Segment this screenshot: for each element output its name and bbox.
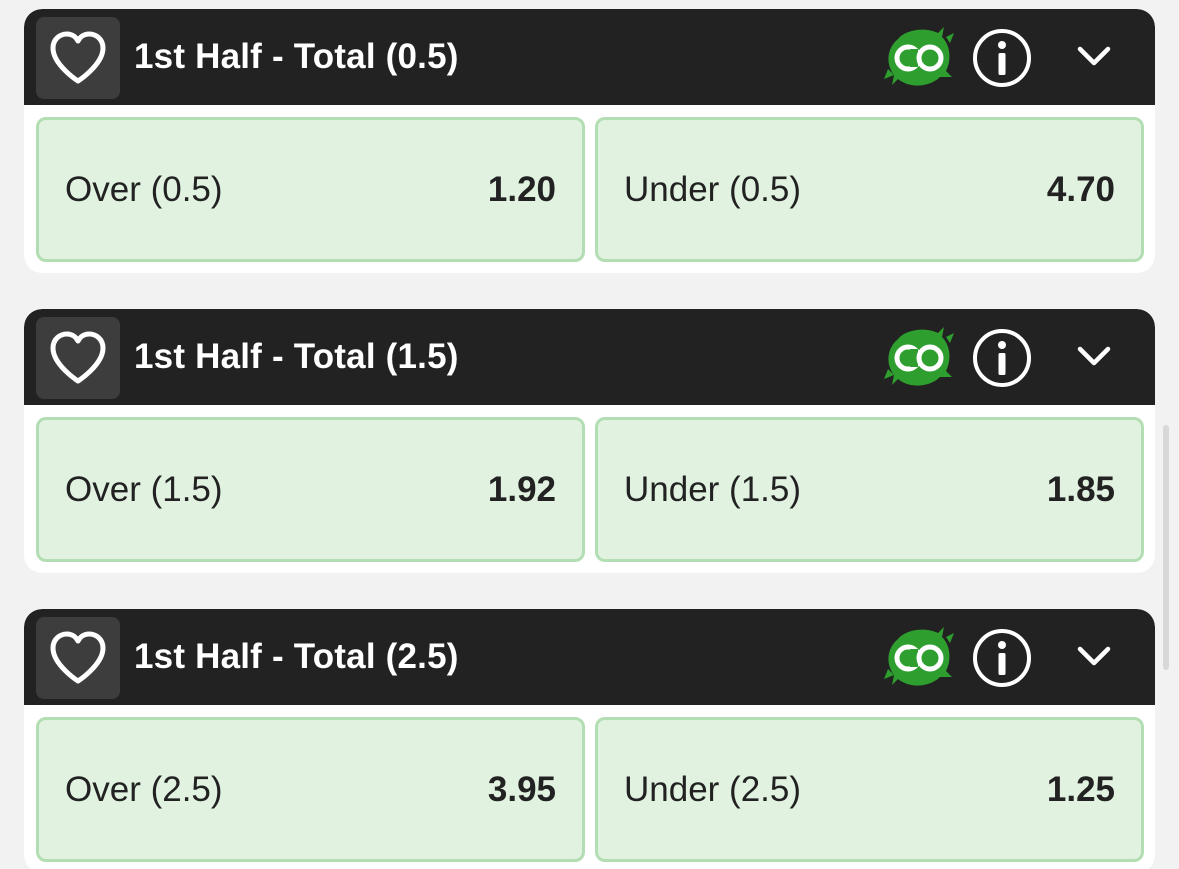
cash-out-icon xyxy=(884,27,954,86)
outcomes-row: Over (0.5) 1.20 Under (0.5) 4.70 xyxy=(36,117,1144,262)
outcome-odds: 1.92 xyxy=(487,470,556,509)
chevron-down-icon[interactable] xyxy=(1074,637,1114,677)
outcome-label: Over (2.5) xyxy=(65,770,223,809)
heart-icon xyxy=(50,31,106,84)
outcome-label: Under (2.5) xyxy=(624,770,802,809)
info-icon[interactable] xyxy=(970,326,1034,390)
market-title: 1st Half - Total (2.5) xyxy=(134,637,459,676)
outcomes-row: Over (1.5) 1.92 Under (1.5) 1.85 xyxy=(36,417,1144,562)
heart-icon xyxy=(50,631,106,684)
outcome-label: Under (1.5) xyxy=(624,470,802,509)
outcome-button-under[interactable]: Under (1.5) 1.85 xyxy=(595,417,1144,562)
outcome-button-under[interactable]: Under (0.5) 4.70 xyxy=(595,117,1144,262)
outcome-odds: 1.25 xyxy=(1046,770,1115,809)
market-card: 1st Half - Total (1.5) Over (1.5) 1.92 U… xyxy=(24,309,1155,573)
market-card: 1st Half - Total (2.5) Over (2.5) 3.95 U… xyxy=(24,609,1155,869)
outcome-odds: 1.20 xyxy=(487,170,556,209)
market-title: 1st Half - Total (1.5) xyxy=(134,337,459,376)
cash-out-icon xyxy=(884,327,954,386)
heart-icon xyxy=(50,331,106,384)
markets-page: 1st Half - Total (0.5) Over (0.5) 1.20 U… xyxy=(0,0,1179,869)
outcomes-row: Over (2.5) 3.95 Under (2.5) 1.25 xyxy=(36,717,1144,862)
market-header[interactable]: 1st Half - Total (2.5) xyxy=(24,609,1155,705)
outcome-label: Under (0.5) xyxy=(624,170,802,209)
outcome-label: Over (1.5) xyxy=(65,470,223,509)
market-header[interactable]: 1st Half - Total (0.5) xyxy=(24,9,1155,105)
info-icon[interactable] xyxy=(970,626,1034,690)
outcome-label: Over (0.5) xyxy=(65,170,223,209)
outcome-odds: 3.95 xyxy=(487,770,556,809)
market-card: 1st Half - Total (0.5) Over (0.5) 1.20 U… xyxy=(24,9,1155,273)
favorite-button[interactable] xyxy=(36,17,120,99)
outcome-odds: 4.70 xyxy=(1046,170,1115,209)
market-header[interactable]: 1st Half - Total (1.5) xyxy=(24,309,1155,405)
scrollbar[interactable] xyxy=(1163,425,1169,670)
outcome-odds: 1.85 xyxy=(1046,470,1115,509)
market-title: 1st Half - Total (0.5) xyxy=(134,37,459,76)
favorite-button[interactable] xyxy=(36,317,120,399)
outcome-button-under[interactable]: Under (2.5) 1.25 xyxy=(595,717,1144,862)
outcome-button-over[interactable]: Over (1.5) 1.92 xyxy=(36,417,585,562)
outcome-button-over[interactable]: Over (2.5) 3.95 xyxy=(36,717,585,862)
chevron-down-icon[interactable] xyxy=(1074,37,1114,77)
cash-out-icon xyxy=(884,627,954,686)
favorite-button[interactable] xyxy=(36,617,120,699)
chevron-down-icon[interactable] xyxy=(1074,337,1114,377)
info-icon[interactable] xyxy=(970,26,1034,90)
outcome-button-over[interactable]: Over (0.5) 1.20 xyxy=(36,117,585,262)
